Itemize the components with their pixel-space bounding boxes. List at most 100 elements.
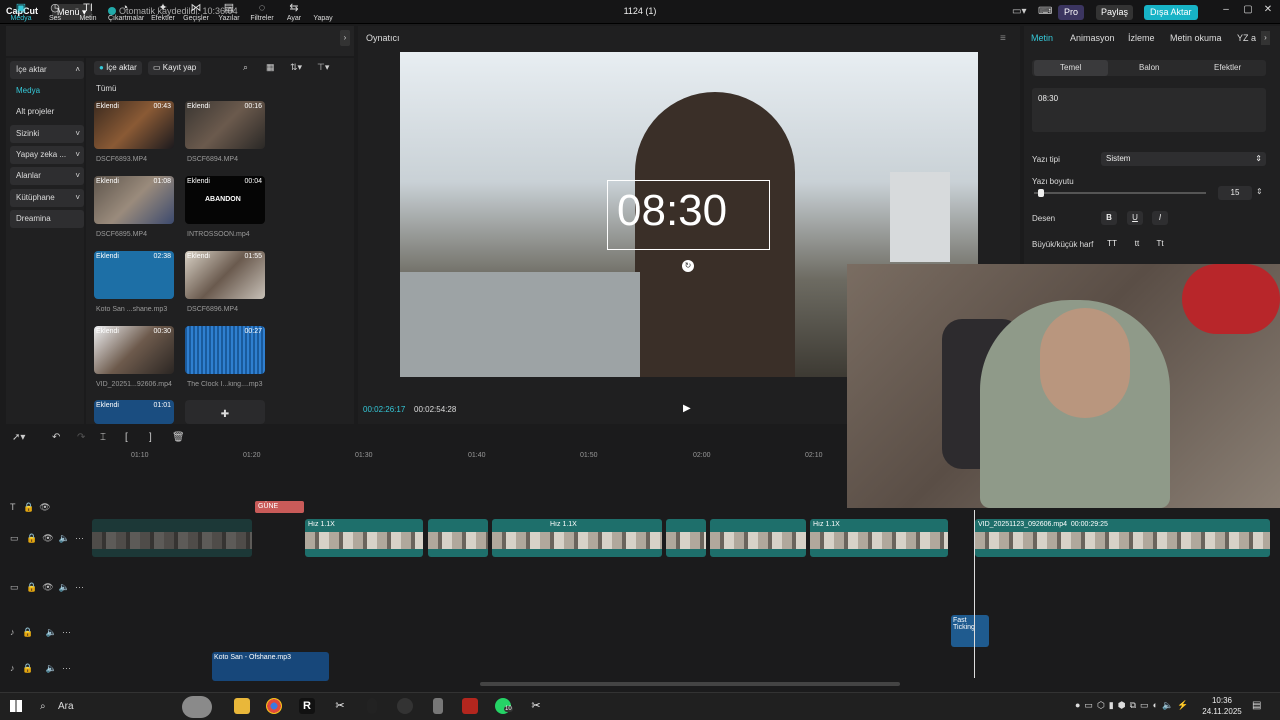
speaker-icon[interactable]: 🔈 — [59, 533, 70, 543]
lowercase-button[interactable]: tt — [1128, 237, 1146, 251]
taskbar-clock[interactable]: 10:36 24.11.2025 — [1200, 695, 1244, 717]
capcut-taskbar-icon[interactable]: ✂ — [332, 698, 348, 714]
sidenav-yours[interactable]: Sizinki ˅ — [10, 125, 84, 143]
subtab-effects[interactable]: Efektler — [1214, 63, 1241, 72]
notification-icon[interactable]: ▤ — [1252, 700, 1261, 711]
media-thumb[interactable]: 00:27 — [185, 326, 265, 374]
eye-icon[interactable]: 👁 — [42, 582, 53, 592]
sidenav-dreamina[interactable]: Dreamina — [10, 210, 84, 228]
whatsapp-icon[interactable]: 10 — [495, 698, 513, 714]
redo-icon[interactable]: ↷ — [77, 432, 85, 443]
more-icon[interactable]: ⋯ — [62, 663, 71, 673]
tab-captions[interactable]: ▤ Yazılar — [212, 2, 246, 22]
tab-tracking[interactable]: İzleme — [1128, 33, 1155, 43]
size-input[interactable]: 15 — [1218, 186, 1252, 200]
sidenav-subprojects[interactable]: Alt projeler — [10, 103, 84, 121]
export-button[interactable]: Dışa Aktar — [1144, 5, 1198, 20]
all-filter-label[interactable]: Tümü — [96, 84, 116, 93]
tab-text[interactable]: TI Metin — [71, 2, 105, 22]
text-clip[interactable]: GÜNE FARKIND — [255, 501, 304, 513]
sidenav-ai[interactable]: Yapay zeka ... ˅ — [10, 146, 84, 164]
video-clip[interactable] — [666, 519, 706, 557]
filter-dropdown-icon[interactable]: ⊤▾ — [317, 62, 329, 73]
rotate-handle-icon[interactable]: ↻ — [682, 260, 694, 272]
lock-icon[interactable]: 🔒 — [22, 663, 33, 673]
add-media-tile[interactable]: ✚ — [185, 400, 265, 424]
lock-icon[interactable]: 🔒 — [22, 627, 33, 637]
media-thumb[interactable]: Eklendi 02:38 — [94, 251, 174, 299]
tab-filters[interactable]: ◌ Filtreler — [245, 2, 279, 22]
tab-animation[interactable]: Animasyon — [1070, 33, 1115, 43]
tab-tts[interactable]: Metin okuma — [1170, 33, 1222, 43]
speaker-icon[interactable]: 🔈 — [46, 627, 57, 637]
media-thumb[interactable]: Eklendi 00:30 — [94, 326, 174, 374]
split-icon[interactable]: ⌶ — [100, 432, 106, 443]
sort-icon[interactable]: ⇅▾ — [290, 62, 302, 73]
undo-icon[interactable]: ↶ — [52, 432, 60, 443]
media-thumb[interactable]: Eklendi 00:04 ABANDON — [185, 176, 265, 224]
font-select[interactable]: Sistem ⇕ — [1101, 152, 1266, 166]
uppercase-button[interactable]: TT — [1103, 237, 1121, 251]
speaker-icon[interactable]: 🔈 — [59, 582, 70, 592]
file-explorer-icon[interactable] — [234, 698, 250, 714]
audio-clip-fast-ticking[interactable]: Fast Ticking — [951, 615, 989, 647]
sidenav-import[interactable]: İçe aktar ˄ — [10, 61, 84, 79]
split-left-icon[interactable]: [ — [125, 432, 128, 443]
size-slider[interactable] — [1034, 192, 1206, 194]
close-icon[interactable]: ✕ — [1258, 4, 1278, 20]
eye-icon[interactable]: 👁 — [39, 502, 50, 512]
subtab-bubble[interactable]: Balon — [1139, 63, 1159, 72]
video-clip[interactable]: Hız 1.1X — [305, 519, 423, 557]
more-icon[interactable]: ⋯ — [75, 533, 84, 543]
voicemeeter-icon[interactable] — [462, 698, 478, 714]
layout-icon[interactable]: ▭▾ — [1012, 6, 1026, 17]
media-thumb[interactable]: Eklendi 01:01 — [94, 400, 174, 424]
playhead[interactable] — [974, 510, 975, 678]
tab-audio[interactable]: ◷ Ses — [38, 2, 72, 22]
tab-ai-text[interactable]: YZ a — [1237, 33, 1256, 43]
pro-button[interactable]: Pro — [1058, 5, 1085, 20]
minimize-icon[interactable]: – — [1216, 4, 1236, 20]
bold-button[interactable]: B — [1101, 211, 1117, 225]
more-icon[interactable]: ⋯ — [62, 627, 71, 637]
play-button[interactable]: ▶ — [683, 403, 691, 414]
microphone-app-icon[interactable] — [367, 698, 377, 714]
titlecase-button[interactable]: Tt — [1151, 237, 1169, 251]
grid-view-icon[interactable]: ▦ — [266, 62, 275, 73]
sidenav-library[interactable]: Kütüphane ˅ — [10, 189, 84, 207]
select-tool-icon[interactable]: ➚▾ — [12, 432, 25, 443]
text-content-field[interactable]: 08:30 — [1032, 88, 1266, 132]
chrome-icon[interactable] — [266, 698, 282, 714]
tab-stickers[interactable]: ◔ Çıkartmalar — [108, 2, 144, 22]
subtab-basic[interactable]: Temel — [1060, 63, 1081, 72]
windows-start-icon[interactable] — [10, 700, 22, 712]
speaker-icon[interactable]: 🔈 — [46, 663, 57, 673]
lock-icon[interactable]: 🔒 — [26, 582, 37, 592]
video-clip-selected[interactable]: VID_20251123_092606.mp4 00:00:29:25 — [975, 519, 1270, 557]
tab-media[interactable]: ▣ Medya — [4, 2, 38, 22]
r-app-icon[interactable]: R — [299, 698, 315, 714]
maximize-icon[interactable]: ▢ — [1238, 4, 1258, 20]
search-highlight-image[interactable] — [182, 696, 212, 718]
eye-icon[interactable]: 👁 — [42, 533, 53, 543]
import-button[interactable]: ● İçe aktar — [94, 61, 142, 75]
player-menu-icon[interactable]: ≡ — [1000, 33, 1006, 44]
tab-text-props[interactable]: Metin — [1031, 33, 1053, 43]
updown-icon[interactable]: ⇕ — [1256, 187, 1263, 196]
record-button[interactable]: ▭ Kayıt yap — [148, 61, 202, 75]
italic-button[interactable]: I — [1152, 211, 1168, 225]
video-clip[interactable] — [710, 519, 806, 557]
sidenav-spaces[interactable]: Alanlar ˅ — [10, 167, 84, 185]
system-tray-icons[interactable]: ●▭⬡▮⬢⧉▭◐🔈⚡ — [1075, 700, 1192, 711]
video-clip[interactable]: Hız 1.1X — [810, 519, 948, 557]
more-icon[interactable]: ⋯ — [75, 582, 84, 592]
media-thumb[interactable]: Eklendi 01:55 — [185, 251, 265, 299]
lock-icon[interactable]: 🔒 — [23, 502, 34, 512]
chevron-right-icon[interactable]: › — [1261, 31, 1270, 45]
chevron-right-icon[interactable]: › — [340, 30, 350, 46]
lock-icon[interactable]: 🔒 — [26, 533, 37, 543]
search-icon[interactable]: ⌕ — [243, 62, 248, 73]
obs-icon[interactable] — [397, 698, 413, 714]
size-slider-handle[interactable] — [1037, 189, 1044, 197]
share-button[interactable]: Paylaş — [1096, 5, 1134, 20]
